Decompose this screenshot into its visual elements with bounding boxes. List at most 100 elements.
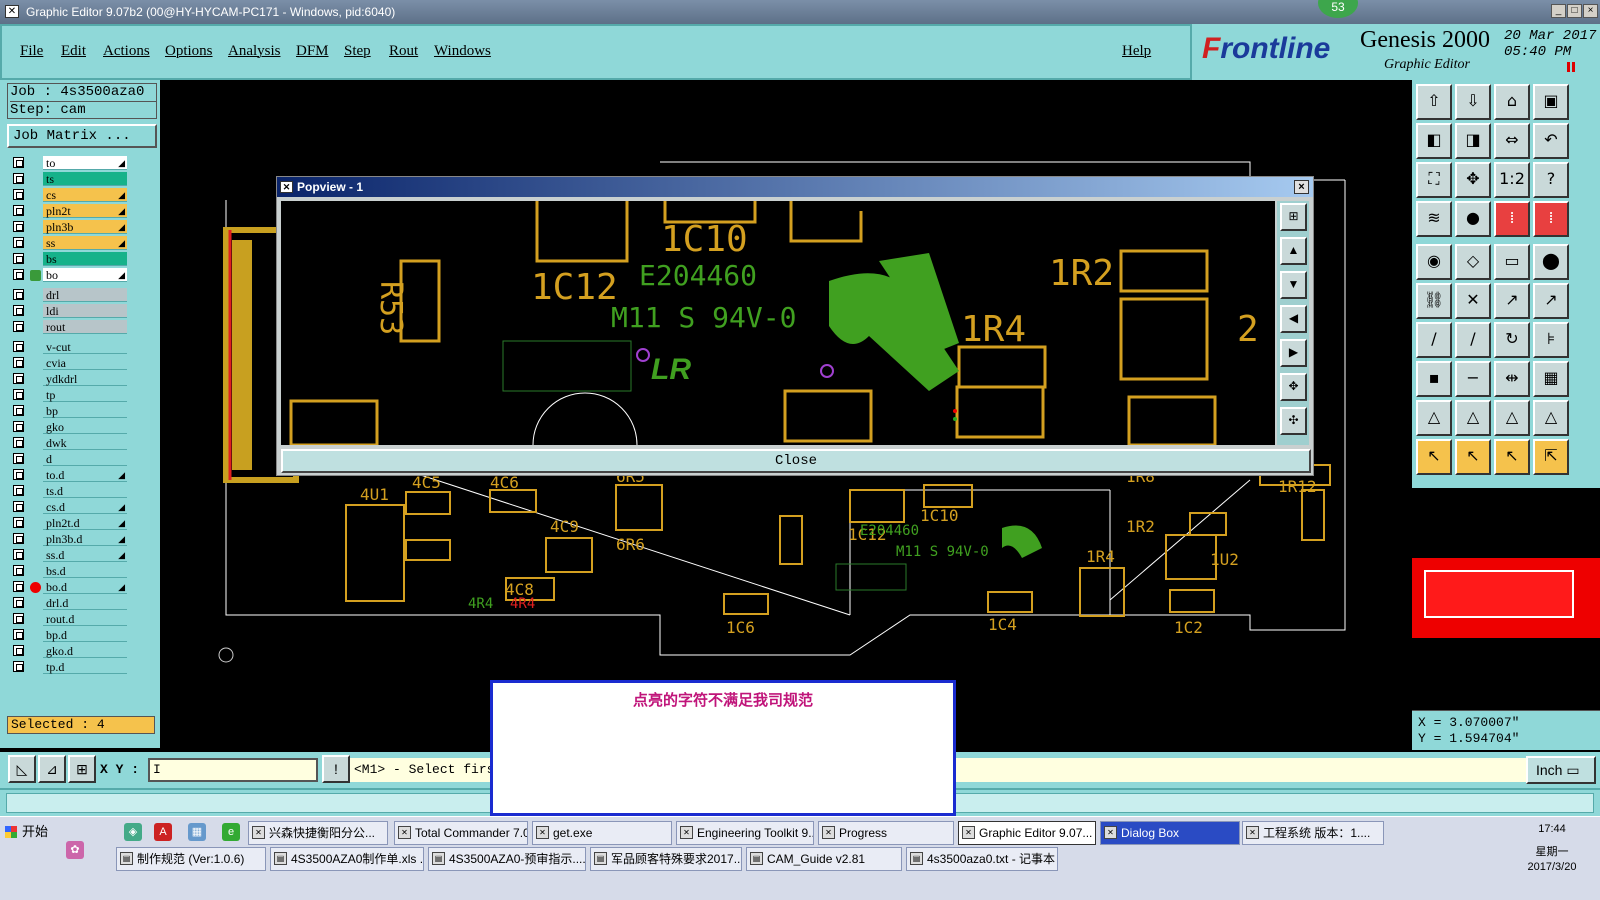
layer-name[interactable]: v-cut: [43, 340, 127, 354]
layer-row[interactable]: ts: [10, 172, 128, 186]
layer-row[interactable]: rout.d: [10, 612, 128, 626]
layer-name[interactable]: pln2t ◢: [43, 204, 127, 218]
layer-name[interactable]: bo.d ◢: [43, 580, 127, 594]
layer-name[interactable]: d: [43, 452, 127, 466]
browser-icon[interactable]: e: [222, 823, 240, 841]
popview-tool-zoom-fit-icon[interactable]: ⊞: [1280, 203, 1307, 231]
step-next-icon[interactable]: ◨: [1455, 123, 1491, 159]
probe-icon[interactable]: ●: [1455, 201, 1491, 237]
layer-checkbox[interactable]: [13, 469, 24, 480]
feature-icon[interactable]: ▪: [1416, 361, 1452, 397]
taskbar-button[interactable]: ✕ Engineering Toolkit 9....: [676, 821, 814, 845]
layer-row[interactable]: ss ◢: [10, 236, 128, 250]
taskbar-button[interactable]: ✕ Graphic Editor 9.07...: [958, 821, 1096, 845]
xy-input[interactable]: I: [148, 758, 318, 782]
grid-icon[interactable]: ⊞: [68, 755, 96, 783]
layer-checkbox[interactable]: [13, 437, 24, 448]
layer-row[interactable]: ts.d: [10, 484, 128, 498]
job-matrix-button[interactable]: Job Matrix ...: [7, 124, 157, 148]
layer-row[interactable]: cs.d ◢: [10, 500, 128, 514]
taskbar-button[interactable]: ✕ 兴森快捷衡阳分公...: [248, 821, 388, 845]
layer-row[interactable]: ldi: [10, 304, 128, 318]
popview-canvas[interactable]: 1C10 1C12 1R2 1R4 2 1R1 R53 E204460 M11 …: [281, 201, 1275, 445]
layer-name[interactable]: ldi: [43, 304, 127, 318]
popview-tool-pan-left-icon[interactable]: ◀: [1280, 305, 1307, 333]
layer-name[interactable]: ydkdrl: [43, 372, 127, 386]
layer-checkbox[interactable]: [13, 549, 24, 560]
layer-row[interactable]: gko: [10, 420, 128, 434]
layer-row[interactable]: drl: [10, 288, 128, 302]
layer-row[interactable]: d: [10, 452, 128, 466]
line2-icon[interactable]: /: [1455, 322, 1491, 358]
layer-checkbox[interactable]: [13, 157, 24, 168]
layer-row[interactable]: dwk: [10, 436, 128, 450]
taskbar-button[interactable]: ▤ CAM_Guide v2.81: [746, 847, 902, 871]
popview-tool-zoom-in-icon[interactable]: ✥: [1280, 373, 1307, 401]
layer-checkbox[interactable]: [13, 597, 24, 608]
layer-name[interactable]: cs ◢: [43, 188, 127, 202]
layer-name[interactable]: ss ◢: [43, 236, 127, 250]
layer-checkbox[interactable]: [13, 629, 24, 640]
layer-checkbox[interactable]: [13, 501, 24, 512]
netlist2-icon[interactable]: ⁞: [1533, 201, 1569, 237]
layer-checkbox[interactable]: [13, 389, 24, 400]
layer-checkbox[interactable]: [13, 581, 24, 592]
layer-checkbox[interactable]: [13, 253, 24, 264]
layer-name[interactable]: rout.d: [43, 612, 127, 626]
layer-checkbox[interactable]: [13, 237, 24, 248]
add-shape-icon[interactable]: ◇: [1455, 244, 1491, 280]
measure-icon[interactable]: ⊿: [38, 755, 66, 783]
grid2-icon[interactable]: ▦: [1533, 361, 1569, 397]
layer-row[interactable]: tp.d: [10, 660, 128, 674]
layer-name[interactable]: ts.d: [43, 484, 127, 498]
taskbar-button[interactable]: ✕ 工程系统 版本：1....: [1242, 821, 1384, 845]
layer-name[interactable]: dwk: [43, 436, 127, 450]
netlist-icon[interactable]: ⁞: [1494, 201, 1530, 237]
resize-icon[interactable]: ⇹: [1494, 361, 1530, 397]
colors-icon[interactable]: ✿: [66, 841, 84, 859]
connect-icon[interactable]: ⛓: [1416, 283, 1452, 319]
layer-name[interactable]: bs: [43, 252, 127, 266]
layer-checkbox[interactable]: [13, 565, 24, 576]
layer-checkbox[interactable]: [13, 321, 24, 332]
layer-checkbox[interactable]: [13, 173, 24, 184]
vector-icon[interactable]: ↗: [1494, 283, 1530, 319]
layer-checkbox[interactable]: [13, 189, 24, 200]
menu-rout[interactable]: Rout: [389, 43, 418, 60]
layer-row[interactable]: ss.d ◢: [10, 548, 128, 562]
layer-name[interactable]: to.d ◢: [43, 468, 127, 482]
menu-edit[interactable]: Edit: [61, 43, 86, 60]
layer-name[interactable]: pln2t.d ◢: [43, 516, 127, 530]
menu-dfm[interactable]: DFM: [296, 43, 329, 60]
scale-icon[interactable]: 1:2: [1494, 162, 1530, 198]
line-icon[interactable]: /: [1416, 322, 1452, 358]
layer-row[interactable]: bs.d: [10, 564, 128, 578]
layer-row[interactable]: v-cut: [10, 340, 128, 354]
step-prev-icon[interactable]: ◧: [1416, 123, 1452, 159]
layer-row[interactable]: pln2t.d ◢: [10, 516, 128, 530]
popview-titlebar[interactable]: ✕ Popview - 1 ×: [277, 177, 1313, 197]
start-button[interactable]: 开始: [2, 821, 54, 843]
cross-icon[interactable]: ✕: [1455, 283, 1491, 319]
menu-windows[interactable]: Windows: [434, 43, 491, 60]
popview-tool-pan-right-icon[interactable]: ▶: [1280, 339, 1307, 367]
layer-checkbox[interactable]: [13, 485, 24, 496]
taskbar-button[interactable]: ✕ get.exe: [532, 821, 672, 845]
menu-analysis[interactable]: Analysis: [228, 43, 281, 60]
layer-row[interactable]: pln3b.d ◢: [10, 532, 128, 546]
pointer3-icon[interactable]: ↖: [1494, 439, 1530, 475]
layer-checkbox[interactable]: [13, 341, 24, 352]
layer-name[interactable]: bp.d: [43, 628, 127, 642]
layer-row[interactable]: rout: [10, 320, 128, 334]
taskbar-button[interactable]: ▤ 4s3500aza0.txt - 记事本: [906, 847, 1058, 871]
triangle3-icon[interactable]: △: [1494, 400, 1530, 436]
multi-pointer-icon[interactable]: ⇱: [1533, 439, 1569, 475]
layer-name[interactable]: bo ◢: [43, 268, 127, 282]
pointer-icon[interactable]: ↖: [1416, 439, 1452, 475]
overview-map[interactable]: [1412, 558, 1600, 638]
layer-name[interactable]: bs.d: [43, 564, 127, 578]
open-job-icon[interactable]: ⇧: [1416, 84, 1452, 120]
layer-row[interactable]: to ◢: [10, 156, 128, 170]
popview-close-icon[interactable]: ×: [1294, 180, 1309, 194]
layer-name[interactable]: bp: [43, 404, 127, 418]
